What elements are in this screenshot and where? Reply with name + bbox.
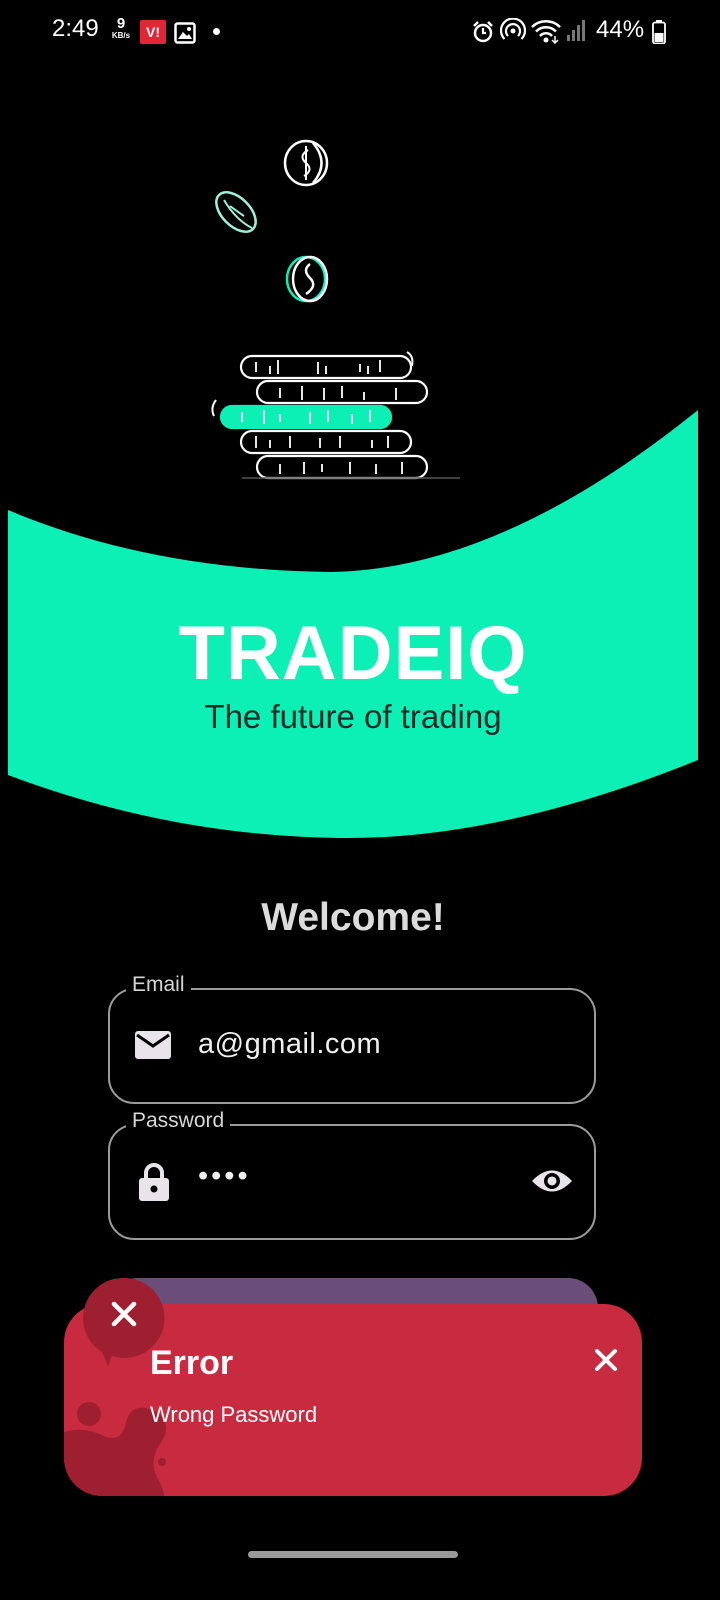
error-badge — [83, 1277, 165, 1366]
coins-stack-illustration — [211, 139, 460, 480]
mail-icon — [135, 1031, 171, 1059]
home-indicator[interactable] — [248, 1551, 458, 1558]
password-input[interactable]: •••• — [198, 1160, 251, 1193]
password-field[interactable]: Password •••• — [108, 1109, 596, 1240]
lock-icon — [139, 1163, 169, 1201]
coin-stack — [211, 351, 460, 480]
welcome-heading: Welcome! — [261, 896, 445, 939]
email-field[interactable]: Email a@gmail.com — [108, 973, 596, 1104]
eye-icon[interactable] — [530, 1166, 574, 1196]
app-title: TRADEIQ — [178, 611, 528, 696]
password-label: Password — [126, 1109, 231, 1133]
email-input[interactable]: a@gmail.com — [198, 1028, 381, 1061]
app-tagline: The future of trading — [204, 698, 502, 735]
coin-icon — [283, 139, 329, 187]
close-icon[interactable] — [594, 1348, 618, 1372]
coin-icon — [285, 255, 329, 303]
email-label: Email — [126, 973, 191, 997]
toast-message: Wrong Password — [150, 1402, 318, 1427]
coin-icon — [215, 191, 257, 233]
